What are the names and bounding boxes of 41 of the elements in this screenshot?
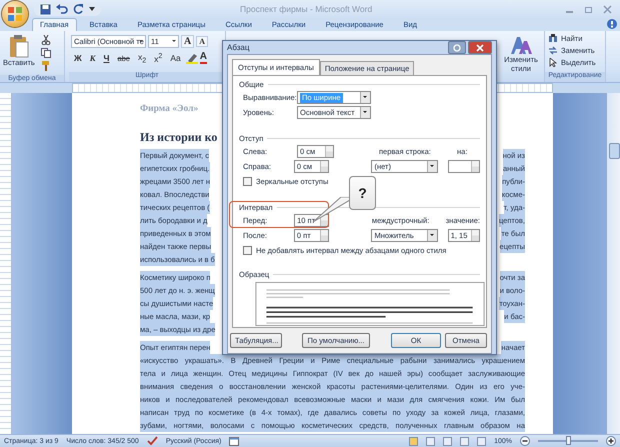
dialog-title: Абзац <box>227 43 250 52</box>
zoom-out-icon[interactable] <box>520 436 530 446</box>
format-button[interactable]: x$_{2}$ <box>134 52 150 65</box>
save-icon[interactable] <box>40 4 51 14</box>
font-size-button[interactable]: A <box>196 36 208 47</box>
font-color-button[interactable]: A <box>200 52 207 64</box>
binoculars-icon <box>548 34 558 43</box>
checkbox[interactable] <box>243 246 252 255</box>
copy-icon[interactable] <box>40 48 51 58</box>
logo <box>7 6 23 22</box>
cursor-icon <box>548 58 558 67</box>
close-icon <box>476 44 484 52</box>
customize-caret-icon[interactable] <box>89 6 95 12</box>
scrollbar[interactable] <box>607 93 620 434</box>
brush-icon[interactable] <box>40 61 51 71</box>
undo-icon[interactable] <box>56 4 68 14</box>
window-title: Проспект фирмы - Microsoft Word <box>240 4 372 14</box>
format-button[interactable]: Ч <box>100 53 112 64</box>
clipboard-icon <box>8 34 30 58</box>
section-heading: Из истории ко <box>140 130 218 145</box>
redo-icon[interactable] <box>73 4 84 14</box>
macro-icon[interactable] <box>229 436 240 446</box>
format-button[interactable]: x$^{2}$ <box>151 52 166 64</box>
help-button[interactable] <box>448 41 466 54</box>
company-name: Фирма «Эол» <box>140 104 198 114</box>
highlighter-icon[interactable] <box>186 52 198 64</box>
close-button[interactable] <box>468 41 492 54</box>
close-icon[interactable] <box>603 4 612 14</box>
callout: ? <box>349 176 376 210</box>
zoom-in-icon[interactable] <box>606 436 616 446</box>
proofing-icon[interactable] <box>146 436 158 446</box>
styles-icon <box>509 35 533 55</box>
first-line-by-field[interactable] <box>448 160 480 173</box>
font-size-button[interactable]: A <box>181 35 194 48</box>
format-button[interactable]: Ж <box>71 53 85 64</box>
checkbox[interactable] <box>243 177 252 186</box>
scissors-icon[interactable] <box>40 35 51 45</box>
restore-icon[interactable] <box>584 4 593 14</box>
format-button[interactable]: Aa <box>167 53 184 64</box>
replace-icon <box>548 46 558 55</box>
format-button[interactable]: К <box>86 53 98 64</box>
